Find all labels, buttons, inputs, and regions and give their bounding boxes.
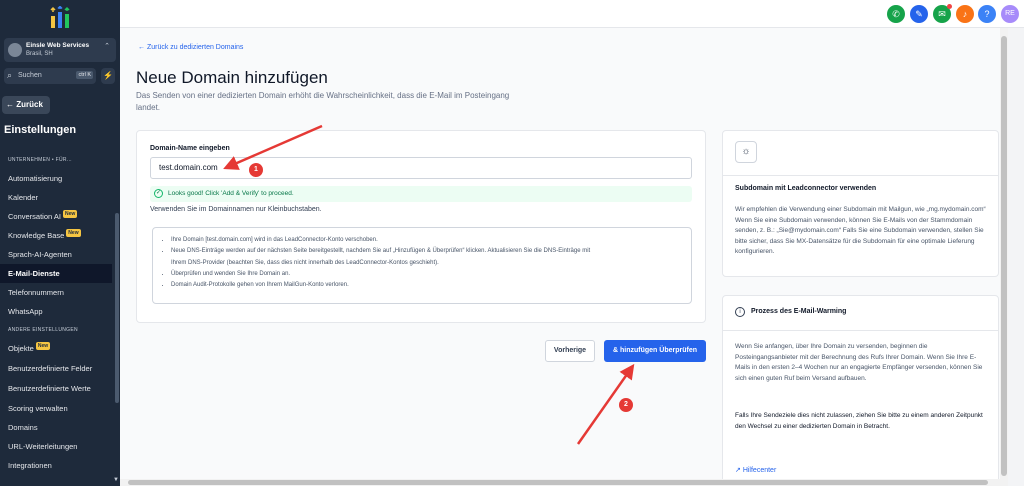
main-horizontal-scrollbar[interactable]: [120, 479, 1008, 486]
list-item: Domain Audit-Protokolle gehen von Ihrem …: [171, 280, 683, 291]
scroll-thumb[interactable]: [128, 480, 988, 485]
add-and-verify-button[interactable]: & hinzufügen Überprüfen: [604, 340, 706, 362]
sidebar-item-whatsapp[interactable]: WhatsApp: [0, 302, 112, 321]
help-center-label: Hilfecenter: [742, 467, 777, 474]
list-item: Neue DNS-Einträge werden auf der nächste…: [171, 246, 683, 257]
account-avatar: [8, 43, 22, 57]
account-location: Brasil, SH: [26, 51, 53, 57]
back-button[interactable]: ← Zurück: [2, 96, 50, 114]
list-item: Überprüfen und wenden Sie Ihre Domain an…: [171, 269, 683, 280]
search-icon: ⌕: [7, 70, 13, 80]
sidebar-scrollbar[interactable]: [115, 213, 119, 403]
divider: [723, 330, 998, 331]
sidebar-item-phone-numbers[interactable]: Telefonnummern: [0, 283, 112, 302]
scroll-thumb[interactable]: [1001, 36, 1007, 476]
breadcrumb-back-link[interactable]: ← Zurück zu dedizierten Domains: [138, 44, 243, 51]
sidebar-item-automation[interactable]: Automatisierung: [0, 169, 112, 188]
subdomain-panel-title: Subdomain mit Leadconnector verwenden: [735, 185, 877, 192]
sidebar-item-url-redirects[interactable]: URL-Weiterleitungen: [0, 437, 112, 456]
sidebar-item-knowledge-base[interactable]: Knowledge Base New: [0, 226, 112, 245]
lightbulb-icon: ☼: [735, 141, 757, 163]
main-vertical-scrollbar[interactable]: [1000, 28, 1008, 486]
list-item: Ihre Domain [test.domain.com] wird in da…: [171, 235, 683, 246]
notes-list: Ihre Domain [test.domain.com] wird in da…: [152, 227, 692, 304]
sidebar-item-label: Knowledge Base: [8, 231, 65, 240]
page-subtitle: Das Senden von einer dedizierten Domain …: [136, 91, 510, 112]
annotation-marker-2: 2: [619, 398, 633, 412]
info-icon: i: [735, 307, 745, 317]
new-badge: New: [62, 210, 78, 218]
success-message: ✓ Looks good! Click 'Add & Verify' to pr…: [150, 186, 692, 202]
annotation-marker-1: 1: [249, 163, 263, 177]
phone-icon[interactable]: ✆: [887, 5, 905, 23]
sidebar-item-scoring[interactable]: Scoring verwalten: [0, 399, 112, 418]
check-circle-icon: ✓: [154, 189, 163, 198]
sidebar-item-custom-values[interactable]: Benutzerdefinierte Werte: [0, 379, 112, 398]
help-icon[interactable]: ?: [978, 5, 996, 23]
account-name: Einsle Web Services: [26, 42, 90, 49]
warming-panel-note: Falls Ihre Sendeziele dies nicht zulasse…: [735, 412, 983, 430]
search-input[interactable]: ⌕ Suchen ctrl K: [4, 68, 96, 84]
sidebar-item-domains[interactable]: Domains: [0, 418, 112, 437]
sidebar-item-voice-ai-agents[interactable]: Sprach-AI-Agenten: [0, 245, 112, 264]
sidebar-item-email-services[interactable]: E-Mail-Dienste: [0, 264, 112, 283]
help-center-link[interactable]: ↗ Hilfecenter: [735, 466, 776, 474]
sidebar-item-calendar[interactable]: Kalender: [0, 188, 112, 207]
bell-icon[interactable]: ♪: [956, 5, 974, 23]
main-content: ← Zurück zu dedizierten Domains Neue Dom…: [120, 28, 1008, 486]
section-label-other: ANDERE EINSTELLUNGEN: [8, 327, 78, 333]
search-shortcut: ctrl K: [76, 71, 93, 79]
subdomain-panel-body: Wir empfehlen die Verwendung einer Subdo…: [735, 206, 986, 255]
new-badge: New: [66, 229, 81, 237]
domain-form-card: Domain-Name eingeben test.domain.com ✓ L…: [136, 130, 706, 323]
search-placeholder: Suchen: [18, 72, 42, 79]
subdomain-info-panel: ☼ Subdomain mit Leadconnector verwenden …: [722, 130, 999, 277]
lowercase-hint: Verwenden Sie im Domainnamen nur Kleinbu…: [150, 206, 322, 213]
email-warming-panel: i Prozess des E-Mail-Warming Wenn Sie an…: [722, 295, 999, 486]
page-title: Neue Domain hinzufügen: [136, 68, 328, 87]
chevron-updown-icon: ⌃: [104, 43, 110, 50]
settings-title: Einstellungen: [4, 124, 77, 136]
quick-action-icon[interactable]: ⚡: [101, 68, 115, 84]
chat-icon[interactable]: ✉: [933, 4, 952, 23]
domain-field-label: Domain-Name eingeben: [150, 145, 230, 152]
sidebar: Einsle Web Services Brasil, SH ⌃ ⌕ Suche…: [0, 0, 120, 486]
sidebar-item-conversation-ai[interactable]: Conversation AI New: [0, 207, 112, 226]
external-link-icon: ↗: [735, 467, 743, 474]
section-label-company: UNTERNEHMEN • FÜR…: [8, 157, 73, 163]
new-badge: New: [35, 342, 51, 350]
sidebar-item-custom-fields[interactable]: Benutzerdefinierte Felder: [0, 359, 112, 378]
app-logo-icon[interactable]: [48, 6, 72, 30]
divider: [723, 175, 998, 176]
user-avatar[interactable]: RE: [1001, 5, 1019, 23]
list-item: Ihrem DNS-Provider (beachten Sie, dass d…: [171, 259, 439, 266]
sidebar-item-objects[interactable]: Objekte New: [0, 339, 112, 358]
previous-button[interactable]: Vorherige: [545, 340, 595, 362]
notification-dot: [947, 4, 952, 9]
domain-input[interactable]: test.domain.com: [150, 157, 692, 179]
account-switcher[interactable]: Einsle Web Services Brasil, SH ⌃: [4, 38, 116, 62]
top-bar: ✆ ✎ ✉ ♪ ? RE: [120, 0, 1024, 28]
sidebar-item-label: Conversation AI: [8, 212, 61, 221]
warming-panel-body: Wenn Sie anfangen, über Ihre Domain zu v…: [735, 343, 983, 382]
scroll-down-icon[interactable]: ▼: [113, 477, 119, 483]
warming-panel-title: Prozess des E-Mail-Warming: [751, 308, 847, 315]
sidebar-item-label: Objekte: [8, 344, 34, 353]
success-text: Looks good! Click 'Add & Verify' to proc…: [168, 190, 294, 197]
megaphone-icon[interactable]: ✎: [910, 5, 928, 23]
sidebar-item-integrations[interactable]: Integrationen: [0, 456, 112, 475]
